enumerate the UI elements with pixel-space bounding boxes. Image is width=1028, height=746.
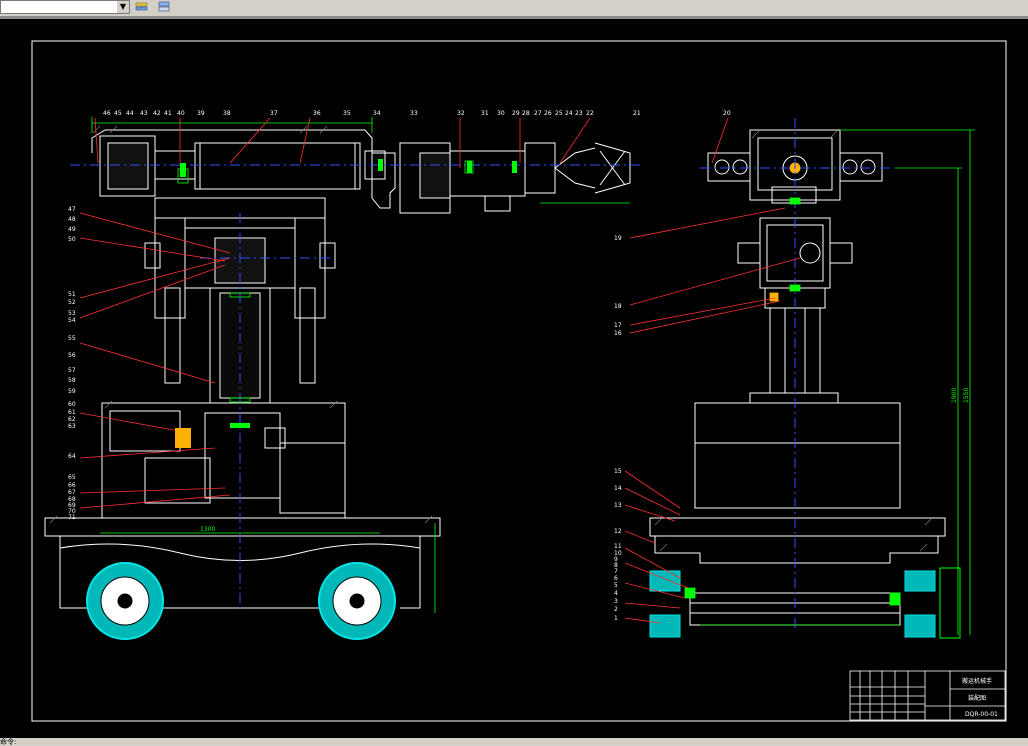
part-label: 5 <box>614 582 618 589</box>
part-label: 65 <box>68 474 76 481</box>
part-label: 66 <box>68 482 76 489</box>
part-label: 28 <box>522 110 530 117</box>
part-label: 59 <box>68 388 76 395</box>
part-label: 13 <box>614 502 622 509</box>
part-label: 15 <box>614 468 622 475</box>
part-label: 39 <box>197 110 205 117</box>
layer-combo[interactable]: ▼ <box>0 0 130 14</box>
part-label: 7 <box>614 568 618 575</box>
part-label: 4 <box>614 590 618 597</box>
toolbar: ▼ <box>0 0 1028 17</box>
part-label: 45 <box>114 110 122 117</box>
part-label: 38 <box>223 110 231 117</box>
part-label: 43 <box>140 110 148 117</box>
part-label: 24 <box>565 110 573 117</box>
part-label: 34 <box>373 110 381 117</box>
drawing-canvas[interactable]: 1300 46 45 44 43 42 41 40 39 38 37 36 35… <box>0 16 1028 738</box>
part-label: 20 <box>723 110 731 117</box>
part-label: 58 <box>68 377 76 384</box>
part-label: 29 <box>512 110 520 117</box>
part-label: 49 <box>68 226 76 233</box>
part-label: 35 <box>343 110 351 117</box>
right-side-view <box>649 129 961 639</box>
part-label: 30 <box>497 110 505 117</box>
part-label: 62 <box>68 416 76 423</box>
status-bar: 命令: <box>0 738 1028 746</box>
title-block-subtitle: 装配图 <box>968 694 986 702</box>
part-label: 50 <box>68 236 76 243</box>
part-label: 53 <box>68 310 76 317</box>
part-label: 36 <box>313 110 321 117</box>
part-label: 60 <box>68 401 76 408</box>
part-label: 6 <box>614 575 618 582</box>
part-label: 56 <box>68 352 76 359</box>
part-label: 23 <box>575 110 583 117</box>
part-label: 46 <box>103 110 111 117</box>
left-side-label-group: 47 48 49 50 51 52 53 54 55 56 57 58 59 6… <box>68 206 76 521</box>
part-label: 64 <box>68 453 76 460</box>
part-label: 61 <box>68 409 76 416</box>
part-label: 63 <box>68 423 76 430</box>
title-block-drawing-no: DQR-00-01 <box>965 711 998 718</box>
part-label: 55 <box>68 335 76 342</box>
part-label: 3 <box>614 598 618 605</box>
part-label: 32 <box>457 110 465 117</box>
part-label: 67 <box>68 489 76 496</box>
part-label: 41 <box>164 110 172 117</box>
title-block-title: 搬运机械手 <box>962 677 992 685</box>
part-label: 22 <box>586 110 594 117</box>
part-label: 42 <box>153 110 161 117</box>
part-label: 51 <box>68 291 76 298</box>
part-label: 18 <box>614 303 622 310</box>
part-label: 1 <box>614 615 618 622</box>
dim-height-1: 1550 <box>963 388 970 403</box>
part-label: 25 <box>555 110 563 117</box>
part-label: 21 <box>633 110 641 117</box>
part-label: 54 <box>68 317 76 324</box>
part-label: 52 <box>68 299 76 306</box>
part-label: 14 <box>614 485 622 492</box>
part-label: 16 <box>614 330 622 337</box>
part-label: 27 <box>534 110 542 117</box>
left-top-label-group: 46 45 44 43 42 41 40 39 38 37 36 35 34 3… <box>103 110 641 117</box>
part-label: 40 <box>177 110 185 117</box>
part-label: 11 <box>614 543 622 550</box>
part-label: 48 <box>68 216 76 223</box>
command-prompt: 命令: <box>0 738 17 746</box>
part-label: 33 <box>410 110 418 117</box>
layer-states-icon[interactable] <box>156 0 172 14</box>
right-label-group: 20 19 18 17 16 15 14 13 12 11 10 9 8 7 6… <box>614 110 731 622</box>
part-label: 31 <box>481 110 489 117</box>
part-label: 2 <box>614 606 618 613</box>
part-label: 47 <box>68 206 76 213</box>
part-label: 12 <box>614 528 622 535</box>
part-label: 71 <box>68 514 76 521</box>
dim-width: 1300 <box>200 526 215 533</box>
chevron-down-icon[interactable]: ▼ <box>117 1 129 13</box>
part-label: 19 <box>614 235 622 242</box>
layer-properties-icon[interactable] <box>134 0 150 14</box>
part-label: 17 <box>614 322 622 329</box>
part-label: 37 <box>270 110 278 117</box>
cad-drawing: 1300 46 45 44 43 42 41 40 39 38 37 36 35… <box>31 40 1007 722</box>
part-label: 26 <box>544 110 552 117</box>
part-label: 57 <box>68 367 76 374</box>
part-label: 44 <box>126 110 134 117</box>
dim-height-2: 1900 <box>951 388 958 403</box>
